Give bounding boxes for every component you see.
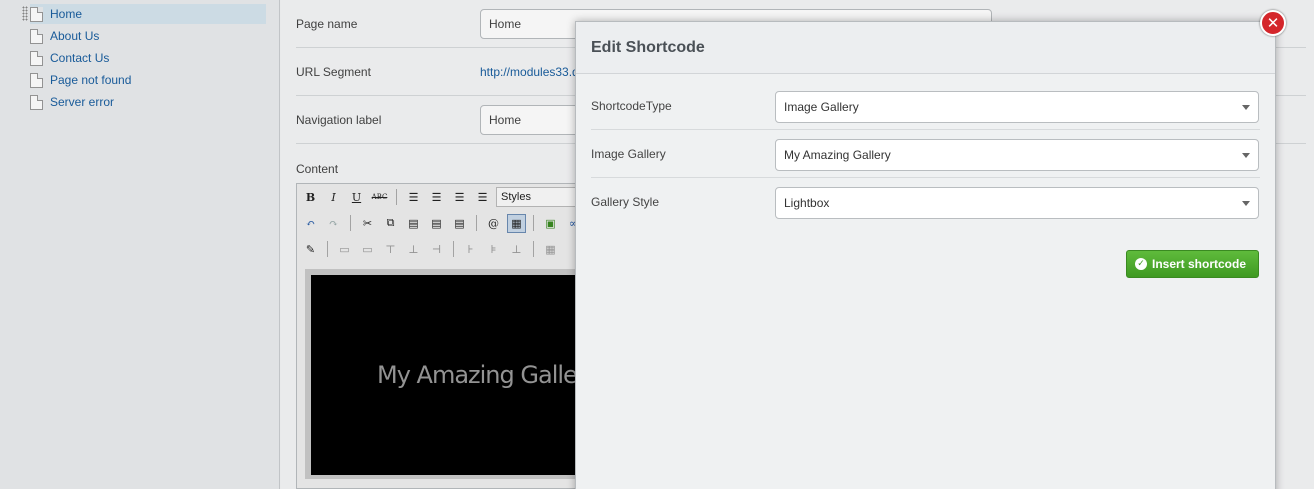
chevron-down-icon xyxy=(1242,201,1250,206)
shortcode-type-label: ShortcodeType xyxy=(591,99,672,113)
image-gallery-value: My Amazing Gallery xyxy=(784,148,891,162)
image-gallery-label: Image Gallery xyxy=(591,147,666,161)
check-icon: ✓ xyxy=(1135,258,1147,270)
image-gallery-select[interactable]: My Amazing Gallery xyxy=(775,139,1259,171)
shortcode-type-select[interactable]: Image Gallery xyxy=(775,91,1259,123)
gallery-style-label: Gallery Style xyxy=(591,195,660,209)
gallery-style-row: Gallery Style Lightbox xyxy=(591,178,1260,226)
insert-shortcode-button[interactable]: ✓ Insert shortcode xyxy=(1126,250,1259,278)
close-icon[interactable]: ✕ xyxy=(1260,10,1286,36)
shortcode-type-row: ShortcodeType Image Gallery xyxy=(591,82,1260,130)
shortcode-type-value: Image Gallery xyxy=(784,100,859,114)
gallery-style-value: Lightbox xyxy=(784,196,830,210)
edit-shortcode-dialog: Edit Shortcode ShortcodeType Image Galle… xyxy=(575,21,1276,489)
insert-shortcode-label: Insert shortcode xyxy=(1152,257,1247,271)
chevron-down-icon xyxy=(1242,105,1250,110)
image-gallery-row: Image Gallery My Amazing Gallery xyxy=(591,130,1260,178)
dialog-header: Edit Shortcode xyxy=(576,22,1275,74)
dialog-title: Edit Shortcode xyxy=(591,39,705,56)
chevron-down-icon xyxy=(1242,153,1250,158)
gallery-style-select[interactable]: Lightbox xyxy=(775,187,1259,219)
